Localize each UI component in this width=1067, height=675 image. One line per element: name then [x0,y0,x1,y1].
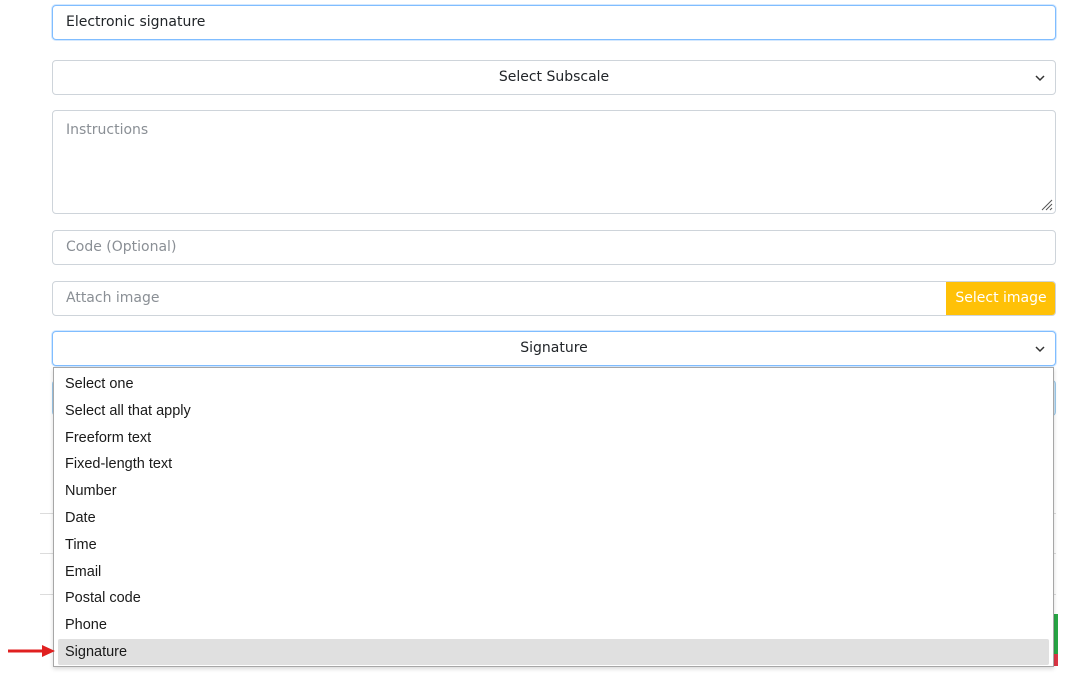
select-image-button[interactable]: Select image [946,282,1055,315]
option-number[interactable]: Number [58,478,1049,504]
option-signature[interactable]: Signature [58,639,1049,665]
option-select-all-that-apply[interactable]: Select all that apply [58,398,1049,424]
option-fixed-length-text[interactable]: Fixed-length text [58,451,1049,477]
instructions-textarea[interactable]: Instructions [52,110,1056,214]
option-postal-code[interactable]: Postal code [58,585,1049,611]
question-type-select-value: Signature [520,340,588,356]
chevron-down-icon [1035,346,1045,353]
subscale-select-value: Select Subscale [498,69,610,85]
annotation-arrow-icon [8,645,55,657]
attach-image-input[interactable]: Attach image Select image [52,281,1056,316]
option-time[interactable]: Time [58,532,1049,558]
instructions-placeholder: Instructions [66,122,149,138]
code-input[interactable]: Code (Optional) [52,230,1056,265]
option-freeform-text[interactable]: Freeform text [58,425,1049,451]
attach-image-placeholder: Attach image [66,290,160,306]
question-title-input[interactable]: Electronic signature [52,5,1056,40]
resize-grip-icon[interactable] [1039,197,1053,211]
subscale-select[interactable]: Select Subscale [52,60,1056,95]
question-type-select[interactable]: Signature [52,331,1056,366]
option-date[interactable]: Date [58,505,1049,531]
chevron-down-icon [1035,75,1045,82]
question-type-dropdown[interactable]: Select one Select all that apply Freefor… [53,367,1054,667]
option-phone[interactable]: Phone [58,612,1049,638]
option-select-one[interactable]: Select one [58,371,1049,397]
option-email[interactable]: Email [58,559,1049,585]
